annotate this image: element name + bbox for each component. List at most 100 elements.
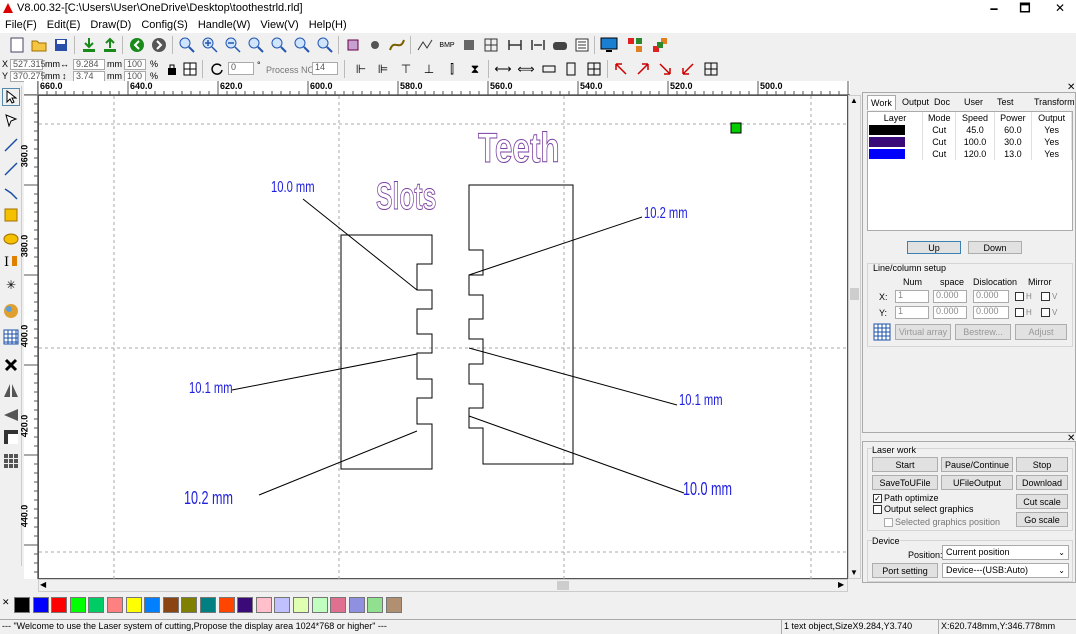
- delete-tool-icon[interactable]: [2, 356, 20, 374]
- dim-label[interactable]: 10.0 mm: [271, 179, 315, 197]
- device-select[interactable]: Device---(USB:Auto) ⌄: [942, 563, 1069, 578]
- zoom-out-icon[interactable]: [224, 36, 242, 54]
- width-lock-icon[interactable]: ↔: [60, 59, 69, 69]
- process-no-field[interactable]: 14: [312, 62, 338, 75]
- color-swatch[interactable]: [88, 597, 105, 613]
- x-mirror-h-checkbox[interactable]: [1015, 292, 1024, 301]
- array-copy-icon[interactable]: [2, 452, 20, 470]
- color-swatch[interactable]: [200, 597, 216, 613]
- dim-label[interactable]: 10.2 mm: [644, 205, 688, 223]
- close-button[interactable]: ✕: [1045, 0, 1075, 17]
- y-dislocation-field[interactable]: 0.000: [973, 306, 1009, 319]
- download-button[interactable]: Download: [1016, 475, 1068, 490]
- virtual-array-button[interactable]: Virtual array: [895, 324, 951, 340]
- color-swatch[interactable]: [218, 597, 235, 613]
- select-tool-icon[interactable]: [2, 88, 20, 106]
- grid-icon[interactable]: [482, 36, 500, 54]
- drawing-canvas[interactable]: Teeth Slots 10.0 mm 10.2 mm 10.1 mm 10.1…: [38, 95, 849, 580]
- menu-draw[interactable]: Draw(D): [85, 17, 136, 33]
- rectangle-shape-icon[interactable]: [2, 206, 20, 224]
- color-swatch[interactable]: [348, 597, 365, 613]
- color-swatch[interactable]: [51, 597, 68, 613]
- same-size-icon[interactable]: [540, 60, 558, 78]
- layer-row[interactable]: Cut 100.0 30.0 Yes: [868, 136, 1072, 148]
- distance-icon[interactable]: [529, 36, 547, 54]
- mirror-v-icon[interactable]: [2, 406, 20, 424]
- color-swatch[interactable]: [237, 597, 254, 613]
- save-to-ufile-button[interactable]: SaveToUFile: [872, 475, 938, 490]
- color-swatch[interactable]: [311, 597, 328, 613]
- position-center-icon[interactable]: [702, 60, 720, 78]
- rotate-tool-icon[interactable]: [2, 428, 20, 446]
- path-optimize-checkbox[interactable]: ✓: [873, 494, 882, 503]
- lock-icon[interactable]: [163, 60, 181, 78]
- start-button[interactable]: Start: [872, 457, 938, 472]
- position-bottom-right-icon[interactable]: [656, 60, 674, 78]
- tab-test[interactable]: Test: [994, 95, 1017, 110]
- zoom-all-icon[interactable]: [316, 36, 334, 54]
- x-num-field[interactable]: 1: [895, 290, 929, 303]
- simulate-icon[interactable]: [551, 36, 569, 54]
- selected-position-checkbox[interactable]: [884, 518, 893, 527]
- tab-transform[interactable]: Transform: [1031, 95, 1076, 110]
- scroll-down-icon[interactable]: ▼: [850, 568, 858, 577]
- export-icon[interactable]: [101, 36, 119, 54]
- array-layout-icon[interactable]: [873, 323, 891, 341]
- scroll-thumb[interactable]: [557, 581, 569, 590]
- bestrew-button[interactable]: Bestrew...: [955, 324, 1011, 340]
- vertical-scrollbar[interactable]: ▲ ▼: [848, 95, 861, 579]
- color-swatch[interactable]: [181, 597, 198, 613]
- adjust-button[interactable]: Adjust: [1015, 324, 1067, 340]
- cut-scale-button[interactable]: Cut scale: [1016, 494, 1068, 509]
- output-select-checkbox[interactable]: [873, 505, 882, 514]
- tab-user[interactable]: User: [961, 95, 986, 110]
- menu-handle[interactable]: Handle(W): [193, 17, 256, 33]
- undo-icon[interactable]: [128, 36, 146, 54]
- color-swatch[interactable]: [274, 597, 291, 613]
- same-height-icon[interactable]: ⟺: [517, 60, 535, 78]
- dim-label[interactable]: 10.2 mm: [184, 488, 233, 509]
- rectangle-tool-icon[interactable]: [344, 36, 362, 54]
- x-space-field[interactable]: 0.000: [933, 290, 967, 303]
- align-bottom-icon[interactable]: ⊥: [420, 60, 438, 78]
- dim-label[interactable]: 10.1 mm: [679, 392, 723, 410]
- maximize-button[interactable]: 🗖: [1010, 0, 1040, 17]
- datalist-icon[interactable]: [573, 36, 591, 54]
- zoom-window-icon[interactable]: [178, 36, 196, 54]
- center-align-icon[interactable]: [181, 60, 199, 78]
- zoom-in-icon[interactable]: [201, 36, 219, 54]
- position-bottom-left-icon[interactable]: [679, 60, 697, 78]
- y-mirror-h-checkbox[interactable]: [1015, 308, 1024, 317]
- dim-label[interactable]: 10.0 mm: [683, 479, 732, 500]
- position-top-left-icon[interactable]: [612, 60, 630, 78]
- x-position-field[interactable]: 527.315: [10, 59, 46, 70]
- align-top-icon[interactable]: ⊤: [397, 60, 415, 78]
- tab-doc[interactable]: Doc: [931, 95, 953, 110]
- menu-help[interactable]: Help(H): [304, 17, 352, 33]
- down-button[interactable]: Down: [968, 241, 1022, 254]
- pause-continue-button[interactable]: Pause/Continue: [941, 457, 1013, 472]
- color-swatch[interactable]: [144, 597, 161, 613]
- open-folder-icon[interactable]: [30, 36, 48, 54]
- array-tool-icon[interactable]: [2, 328, 20, 346]
- bitmap-icon[interactable]: BMP: [438, 36, 456, 54]
- height-lock-icon[interactable]: ↕: [62, 71, 67, 81]
- node-edit-icon[interactable]: [366, 36, 384, 54]
- port-setting-button[interactable]: Port setting: [872, 563, 938, 578]
- x-mirror-v-checkbox[interactable]: [1041, 292, 1050, 301]
- zoom-select-icon[interactable]: [293, 36, 311, 54]
- position-top-right-icon[interactable]: [634, 60, 652, 78]
- distribute-h-icon[interactable]: [562, 60, 580, 78]
- bezier-icon[interactable]: [388, 36, 406, 54]
- same-width-icon[interactable]: ⟷: [494, 60, 512, 78]
- color-swatch[interactable]: [32, 597, 49, 613]
- color-swatch[interactable]: [386, 597, 402, 613]
- color-swatch[interactable]: [125, 597, 142, 613]
- teeth-title[interactable]: Teeth: [478, 124, 560, 172]
- node-tool-icon[interactable]: [2, 111, 20, 129]
- menu-view[interactable]: View(V): [255, 17, 303, 33]
- scroll-left-icon[interactable]: ◀: [40, 580, 46, 589]
- color-swatch[interactable]: [367, 597, 384, 613]
- redo-icon[interactable]: [150, 36, 168, 54]
- color-swatch[interactable]: [162, 597, 179, 613]
